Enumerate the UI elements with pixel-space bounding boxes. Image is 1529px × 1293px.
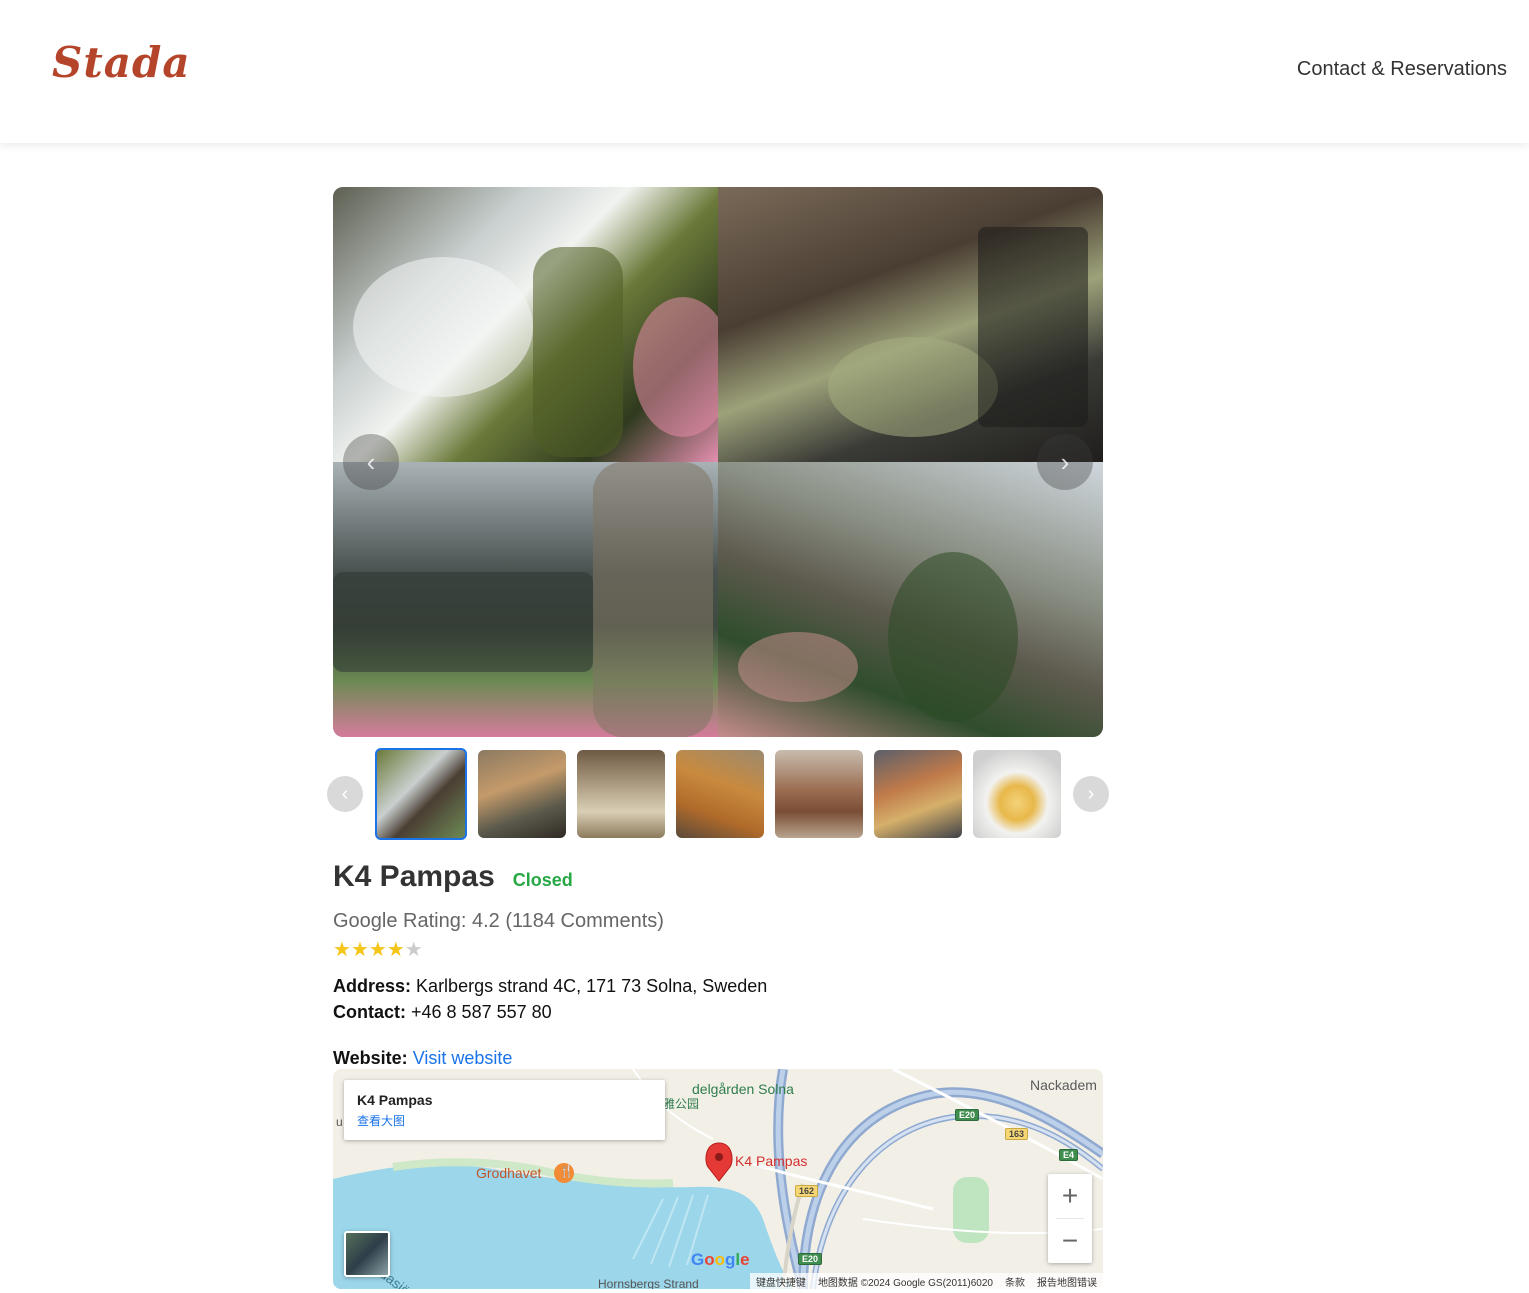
site-logo[interactable]: Stada <box>52 38 191 87</box>
address-label: Address: <box>333 976 412 996</box>
gallery-photo-wine-bucket <box>333 187 718 462</box>
contact-value: +46 8 587 557 80 <box>411 1002 552 1022</box>
star-icon: ★ <box>386 939 405 961</box>
map-label-street: Hornsbergs Strand <box>598 1277 699 1289</box>
satellite-toggle[interactable] <box>344 1231 390 1277</box>
map-zoom-control: + − <box>1048 1174 1092 1263</box>
contact-label: Contact: <box>333 1002 406 1022</box>
embedded-map[interactable]: Nackadem delgården Solna 雅公园 u Grodhavet… <box>333 1069 1103 1289</box>
restaurant-name: K4 Pampas <box>333 860 495 893</box>
thumbnail-next-button[interactable]: › <box>1073 776 1109 812</box>
map-label-partial: u <box>336 1115 343 1129</box>
thumbnail-4[interactable] <box>676 750 764 838</box>
contact-reservations-link[interactable]: Contact & Reservations <box>1297 58 1507 81</box>
star-icon: ★ <box>333 939 351 961</box>
thumbnail-1[interactable] <box>375 748 467 840</box>
website-label: Website: <box>333 1048 408 1068</box>
thumbnail-prev-button[interactable]: ‹ <box>327 776 363 812</box>
photo-gallery: ‹ › <box>333 187 1103 737</box>
star-icon: ★ <box>350 939 369 961</box>
terms-link[interactable]: 条款 <box>1005 1274 1025 1289</box>
road-shield-e20: E20 <box>955 1109 980 1121</box>
top-navbar: Stada Contact & Reservations <box>0 0 1529 143</box>
map-label-pin[interactable]: K4 Pampas <box>735 1153 807 1169</box>
star-empty-icon: ★ <box>404 939 423 961</box>
map-data-attribution: 地图数据 ©2024 Google GS(2011)6020 <box>817 1277 993 1289</box>
address-value: Karlbergs strand 4C, 171 73 Solna, Swede… <box>416 976 768 996</box>
gallery-photo-grill <box>718 187 1103 462</box>
map-label-park-cn: 雅公园 <box>663 1097 700 1111</box>
thumbnail-strip: ‹ › <box>327 748 1109 840</box>
road-shield-e20-south: E20 <box>798 1253 823 1265</box>
restaurant-poi-icon: 🍴 <box>559 1164 574 1178</box>
thumbnail-2[interactable] <box>478 750 566 838</box>
gallery-photo-dock-plant <box>718 462 1103 737</box>
website-link[interactable]: Visit website <box>413 1048 513 1068</box>
keyboard-shortcuts-link[interactable]: 键盘快捷键 <box>756 1274 806 1289</box>
thumbnail-5[interactable] <box>775 750 863 838</box>
google-rating: Google Rating: 4.2 (1184 Comments) <box>333 910 664 932</box>
map-label-area: Nackadem <box>1030 1077 1097 1093</box>
restaurant-info: K4 Pampas Closed Google Rating: 4.2 (118… <box>333 860 1103 1068</box>
map-label-park: delgården Solna <box>692 1081 794 1097</box>
map-footer: 键盘快捷键 地图数据 ©2024 Google GS(2011)6020 条款 … <box>749 1273 1103 1289</box>
thumbnail-7[interactable] <box>973 750 1061 838</box>
road-shield-162: 162 <box>795 1185 819 1197</box>
road-shield-163: 163 <box>1005 1128 1029 1140</box>
gallery-photo-terrace <box>333 462 718 737</box>
thumbnail-6[interactable] <box>874 750 962 838</box>
website-line: Website: Visit website <box>333 1048 512 1069</box>
gallery-next-button[interactable]: › <box>1037 434 1093 490</box>
road-shield-e4: E4 <box>1059 1149 1079 1161</box>
star-icon: ★ <box>368 939 387 961</box>
contact-line: Contact: +46 8 587 557 80 <box>333 1002 552 1023</box>
star-rating: ★★★★★ <box>333 937 1103 962</box>
map-info-card: K4 Pampas 查看大图 <box>344 1080 665 1140</box>
zoom-out-button[interactable]: − <box>1048 1219 1092 1263</box>
zoom-in-button[interactable]: + <box>1048 1174 1092 1218</box>
status-badge: Closed <box>512 870 573 890</box>
map-label-grodhavet[interactable]: Grodhavet <box>476 1165 541 1181</box>
thumbnail-3[interactable] <box>577 750 665 838</box>
address-line: Address: Karlbergs strand 4C, 171 73 Sol… <box>333 976 767 997</box>
map-card-title: K4 Pampas <box>357 1092 433 1108</box>
google-logo: Google <box>691 1250 750 1269</box>
report-map-error-link[interactable]: 报告地图错误 <box>1037 1274 1097 1289</box>
gallery-prev-button[interactable]: ‹ <box>343 434 399 490</box>
view-larger-map-link[interactable]: 查看大图 <box>357 1112 652 1129</box>
title-row: K4 Pampas Closed <box>333 860 1103 894</box>
